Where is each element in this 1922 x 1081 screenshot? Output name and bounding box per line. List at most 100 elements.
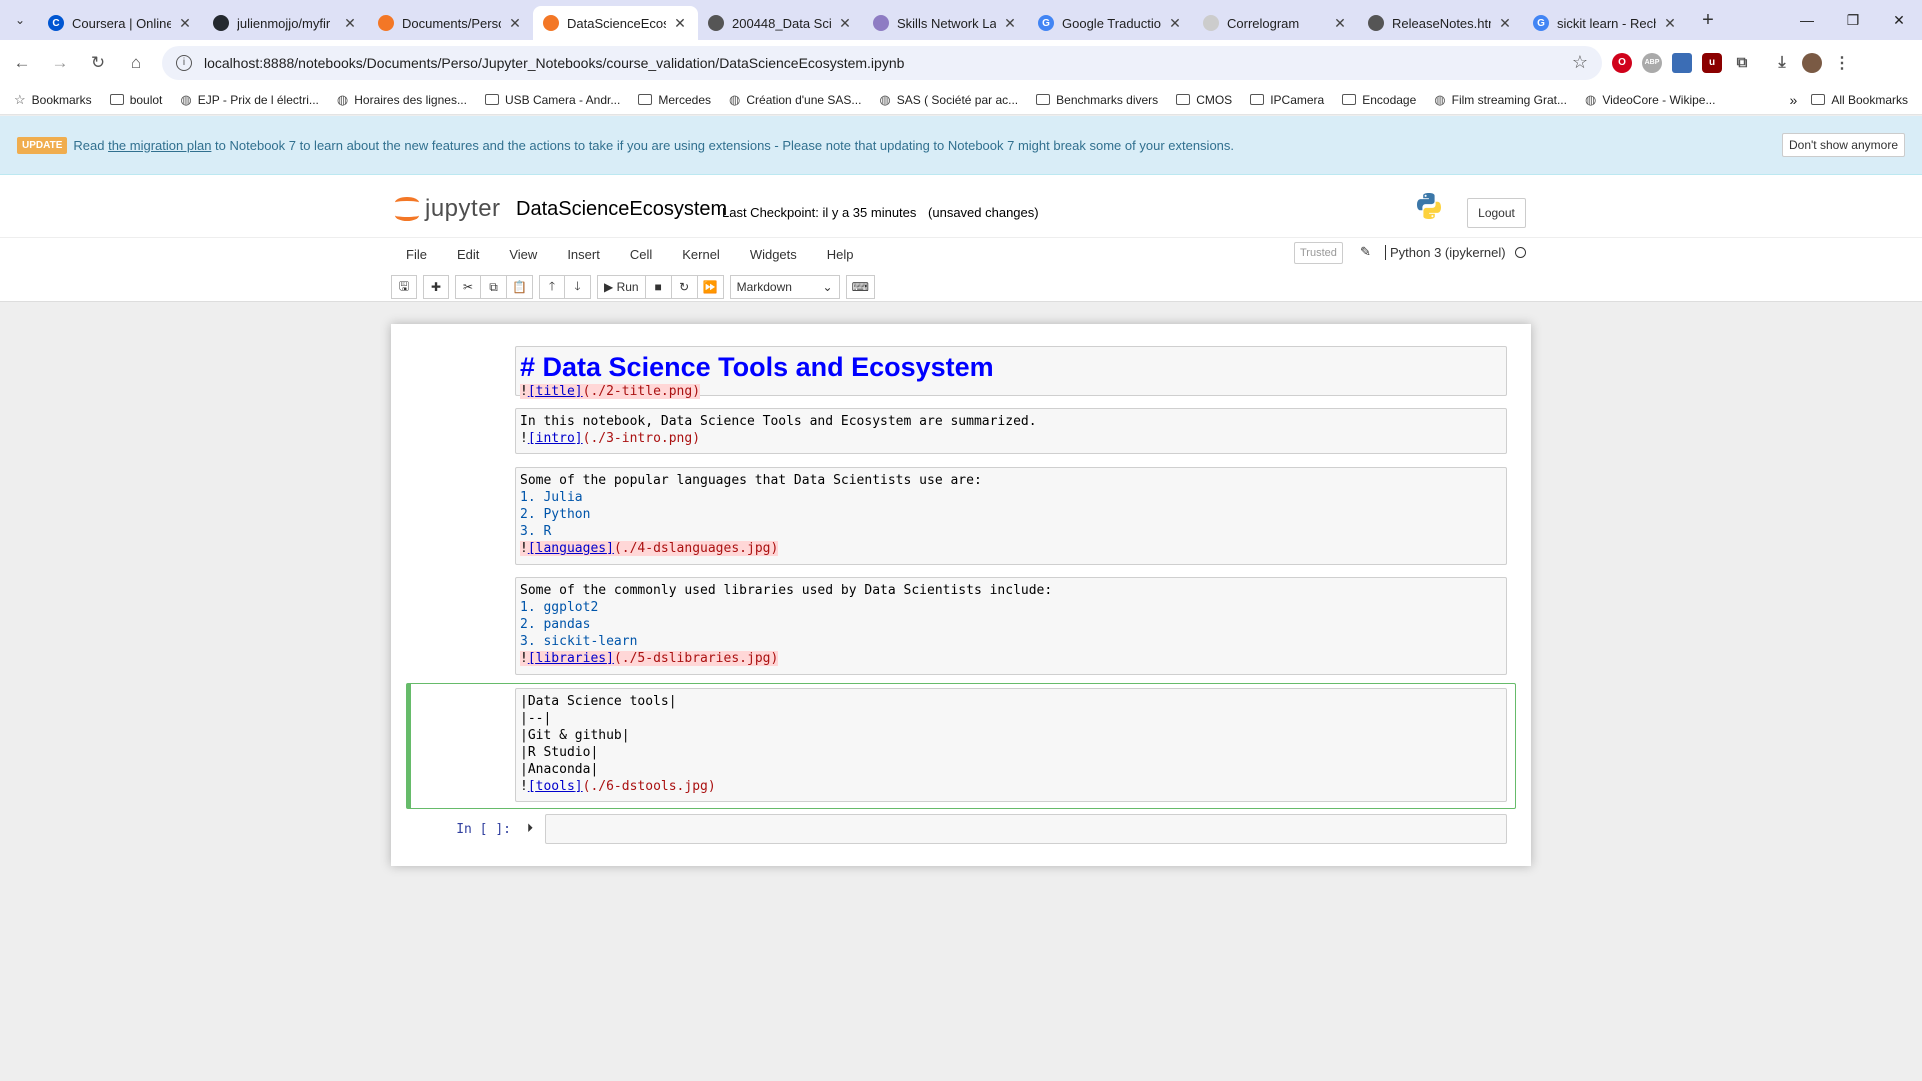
move-up-arrow-icon[interactable]: 🡑 [539, 275, 565, 299]
site-info-icon[interactable]: i [176, 54, 192, 71]
browser-tab[interactable]: Gsickit learn - Rech ✕ [1523, 6, 1688, 40]
tab-close-icon[interactable]: ✕ [837, 15, 853, 32]
run-button[interactable]: ▶ Run [597, 275, 646, 299]
image-alt-link[interactable]: intro [536, 431, 575, 446]
menu-edit[interactable]: Edit [442, 247, 494, 262]
bookmark-item[interactable]: ◍ SAS ( Société par ac... [879, 92, 1018, 108]
menu-file[interactable]: File [391, 247, 442, 262]
profile-avatar[interactable] [1802, 52, 1822, 73]
tab-close-icon[interactable]: ✕ [1167, 15, 1183, 32]
edit-pencil-icon[interactable]: ✎ [1360, 244, 1371, 260]
tab-label: Skills Network Lal [897, 15, 996, 31]
cell-image-line: ![tools](./6-dstools.jpg) [520, 779, 716, 794]
insert-cell-plus-icon[interactable]: ✚ [423, 275, 449, 299]
interrupt-stop-icon[interactable]: ■ [645, 275, 672, 299]
adblock-extension-icon[interactable]: ABP [1642, 52, 1662, 73]
save-icon[interactable]: 🖫 [391, 275, 417, 299]
bookmark-item[interactable]: ◍ Création d'une SAS... [729, 92, 861, 108]
back-arrow-icon[interactable]: ← [6, 47, 38, 79]
extensions-puzzle-icon[interactable]: ⧉ [1732, 52, 1752, 73]
browser-tab[interactable]: Skills Network Lal ✕ [863, 6, 1028, 40]
cut-icon[interactable]: ✂ [455, 275, 481, 299]
reload-icon[interactable]: ↻ [82, 47, 114, 79]
tab-search-chevron-icon[interactable]: ⌄ [6, 6, 34, 34]
tab-close-icon[interactable]: ✕ [672, 15, 688, 32]
browser-tab[interactable]: ReleaseNotes.htm ✕ [1358, 6, 1523, 40]
tab-close-icon[interactable]: ✕ [507, 15, 523, 32]
tab-close-icon[interactable]: ✕ [342, 15, 358, 32]
cell-type-select[interactable]: Markdown ⌄ [729, 275, 840, 299]
forward-arrow-icon[interactable]: → [44, 47, 76, 79]
run-cursor-icon[interactable]: ⏵ [527, 821, 533, 836]
tab-close-icon[interactable]: ✕ [177, 15, 193, 32]
bookmark-item[interactable]: Mercedes [638, 93, 711, 107]
address-bar[interactable]: i localhost:8888/notebooks/Documents/Per… [162, 45, 1602, 80]
browser-tab[interactable]: 200448_Data Scie ✕ [698, 6, 863, 40]
markdown-cell-intro[interactable]: In this notebook, Data Science Tools and… [515, 408, 1507, 454]
menu-kernel[interactable]: Kernel [667, 247, 735, 262]
move-down-arrow-icon[interactable]: 🡓 [565, 275, 591, 299]
menu-insert[interactable]: Insert [552, 247, 615, 262]
image-alt-link[interactable]: tools [536, 779, 575, 794]
browser-tab[interactable]: Documents/Perso ✕ [368, 6, 533, 40]
tab-close-icon[interactable]: ✕ [1002, 15, 1018, 32]
bookmark-item[interactable]: ◍ Film streaming Grat... [1434, 92, 1567, 108]
menu-help[interactable]: Help [812, 247, 869, 262]
trusted-indicator[interactable]: Trusted [1294, 242, 1343, 264]
browser-tab[interactable]: G Google Traduction ✕ [1028, 6, 1193, 40]
bookmark-star-icon[interactable]: ☆ [1572, 52, 1588, 73]
bookmarks-overflow-button[interactable]: » [1790, 92, 1798, 108]
download-icon[interactable]: ⤓ [1772, 52, 1792, 73]
browser-tab[interactable]: C Coursera | Online ✕ [38, 6, 203, 40]
bookmark-label: EJP - Prix de l électri... [197, 92, 319, 107]
browser-tab[interactable]: julienmojjo/myfir ✕ [203, 6, 368, 40]
bookmark-item[interactable]: ◍ Horaires des lignes... [337, 92, 467, 108]
all-bookmarks-button[interactable]: All Bookmarks [1811, 93, 1908, 107]
browser-menu-icon[interactable]: ⋮ [1832, 52, 1852, 73]
menu-widgets[interactable]: Widgets [735, 247, 812, 262]
paste-icon[interactable]: 📋 [507, 275, 533, 299]
bookmark-item[interactable]: ◍ VideoCore - Wikipe... [1585, 92, 1716, 108]
logout-button[interactable]: Logout [1467, 198, 1526, 228]
bookmark-item[interactable]: Encodage [1342, 93, 1416, 107]
copy-icon[interactable]: ⧉ [481, 275, 507, 299]
new-tab-plus-icon[interactable]: + [1694, 9, 1722, 32]
bookmark-item[interactable]: IPCamera [1250, 93, 1324, 107]
markdown-cell-languages[interactable]: Some of the popular languages that Data … [515, 467, 1507, 565]
ublock-extension-icon[interactable]: u [1702, 52, 1722, 73]
image-alt-link[interactable]: title [536, 384, 575, 399]
bookmark-item[interactable]: ◍ EJP - Prix de l électri... [180, 92, 319, 108]
menu-cell[interactable]: Cell [615, 247, 667, 262]
bookmark-item[interactable]: USB Camera - Andr... [484, 93, 620, 107]
minimize-icon[interactable]: — [1784, 0, 1830, 40]
opera-extension-icon[interactable]: O [1612, 52, 1632, 73]
jupyter-logo[interactable]: jupyter [393, 195, 501, 223]
browser-tab[interactable]: Correlogram ✕ [1193, 6, 1358, 40]
menu-view[interactable]: View [494, 247, 552, 262]
notebook-title[interactable]: DataScienceEcosystem [516, 198, 727, 221]
restore-icon[interactable]: ❐ [1830, 0, 1876, 40]
close-window-icon[interactable]: ✕ [1876, 0, 1922, 40]
bookmark-item[interactable]: boulot [109, 93, 162, 107]
restart-icon[interactable]: ↻ [671, 275, 698, 299]
restart-run-all-icon[interactable]: ⏩ [697, 275, 724, 299]
image-alt-link[interactable]: libraries [536, 651, 606, 666]
screen-extension-icon[interactable] [1672, 52, 1692, 73]
browser-tab[interactable]: DataScienceEcosy ✕ [533, 6, 698, 40]
dont-show-anymore-button[interactable]: Don't show anymore [1781, 133, 1905, 157]
kernel-name[interactable]: Python 3 (ipykernel) [1385, 245, 1506, 260]
markdown-cell-tools-editing[interactable]: |Data Science tools| |--| |Git & github|… [515, 688, 1507, 802]
migration-plan-link[interactable]: the migration plan [108, 138, 211, 153]
tab-close-icon[interactable]: ✕ [1497, 15, 1513, 32]
tab-close-icon[interactable]: ✕ [1332, 15, 1348, 32]
tab-close-icon[interactable]: ✕ [1662, 15, 1678, 32]
code-cell-input[interactable] [545, 814, 1507, 844]
bookmark-item[interactable]: Benchmarks divers [1036, 93, 1158, 107]
bookmark-item[interactable]: CMOS [1176, 93, 1232, 107]
home-icon[interactable]: ⌂ [120, 47, 152, 79]
markdown-cell-title[interactable]: # Data Science Tools and Ecosystem ![tit… [515, 346, 1507, 399]
bookmark-item[interactable]: ☆ Bookmarks [14, 92, 92, 108]
command-palette-keyboard-icon[interactable]: ⌨ [845, 275, 875, 299]
image-alt-link[interactable]: languages [536, 541, 606, 556]
markdown-cell-libraries[interactable]: Some of the commonly used libraries used… [515, 577, 1507, 675]
